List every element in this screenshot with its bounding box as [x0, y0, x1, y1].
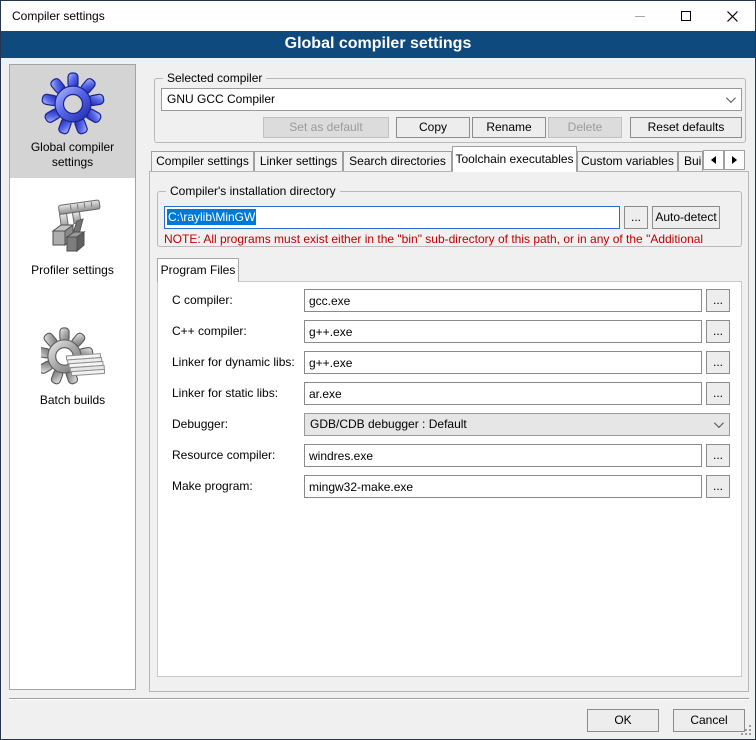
field-label: Resource compiler:: [172, 448, 275, 462]
page-title: Global compiler settings: [1, 31, 755, 58]
tab-build-options-truncated[interactable]: Build: [678, 151, 703, 172]
compiler-select-value: GNU GCC Compiler: [167, 92, 275, 106]
blue-gear-icon: [41, 72, 105, 136]
titlebar: Compiler settings: [1, 1, 755, 31]
compiler-settings-dialog: Compiler settings Global compiler settin…: [0, 0, 756, 740]
field-row-debugger: Debugger: GDB/CDB debugger : Default: [157, 413, 742, 436]
installation-dir-input[interactable]: C:\raylib\MinGW: [164, 206, 620, 229]
delete-button: Delete: [548, 117, 622, 138]
chevron-down-icon: [726, 93, 736, 103]
field-label: C compiler:: [172, 293, 233, 307]
caption-buttons: [617, 1, 755, 31]
static-linker-browse-button[interactable]: ...: [706, 382, 730, 405]
close-icon: [727, 11, 738, 22]
c-compiler-browse-button[interactable]: ...: [706, 289, 730, 312]
field-label: C++ compiler:: [172, 324, 247, 338]
field-row-static-linker: Linker for static libs: ...: [157, 382, 742, 405]
resize-grip[interactable]: [741, 725, 743, 727]
tab-compiler-settings[interactable]: Compiler settings: [151, 151, 254, 172]
close-button[interactable]: [709, 1, 755, 31]
tab-search-directories[interactable]: Search directories: [343, 151, 452, 172]
copy-button[interactable]: Copy: [396, 117, 470, 138]
tab-custom-variables[interactable]: Custom variables: [577, 151, 678, 172]
field-row-dynamic-linker: Linker for dynamic libs: ...: [157, 351, 742, 374]
arrow-right-icon: [732, 156, 737, 164]
resource-compiler-input[interactable]: [304, 444, 702, 467]
compiler-select[interactable]: GNU GCC Compiler: [161, 88, 742, 111]
field-row-make-program: Make program: ...: [157, 475, 742, 498]
debugger-select[interactable]: GDB/CDB debugger : Default: [304, 413, 730, 436]
footer-separator: [9, 698, 749, 700]
tab-toolchain-executables[interactable]: Toolchain executables: [452, 146, 577, 172]
selected-compiler-group-label: Selected compiler: [163, 71, 266, 86]
installation-dir-browse-button[interactable]: ...: [624, 206, 648, 229]
field-label: Linker for static libs:: [172, 386, 278, 400]
sidebar-item-profiler-settings[interactable]: Profiler settings: [10, 188, 135, 286]
field-label: Debugger:: [172, 417, 228, 431]
dynamic-linker-input[interactable]: [304, 351, 702, 374]
field-label: Linker for dynamic libs:: [172, 355, 295, 369]
static-linker-input[interactable]: [304, 382, 702, 405]
sidebar: Global compiler settings: [9, 64, 136, 690]
debugger-select-value: GDB/CDB debugger : Default: [310, 417, 467, 431]
field-label: Make program:: [172, 479, 253, 493]
installation-directory-group-label: Compiler's installation directory: [166, 184, 340, 199]
minimize-icon: [635, 16, 645, 17]
field-row-resource-compiler: Resource compiler: ...: [157, 444, 742, 467]
sidebar-item-global-compiler-settings[interactable]: Global compiler settings: [10, 65, 135, 178]
resource-compiler-browse-button[interactable]: ...: [706, 444, 730, 467]
sidebar-item-label: Profiler settings: [14, 263, 131, 278]
window-title: Compiler settings: [12, 1, 105, 31]
ok-button[interactable]: OK: [587, 709, 659, 732]
maximize-icon: [681, 11, 691, 21]
arrow-left-icon: [711, 156, 716, 164]
gray-gear-stack-icon: [41, 325, 105, 389]
subtab-program-files[interactable]: Program Files: [157, 258, 239, 282]
installation-dir-selected-text: C:\raylib\MinGW: [167, 209, 256, 225]
field-row-c-compiler: C compiler: ...: [157, 289, 742, 312]
tab-scroll-left-button[interactable]: [703, 150, 724, 170]
chevron-down-icon: [714, 418, 724, 428]
auto-detect-button[interactable]: Auto-detect: [652, 206, 720, 229]
tab-scroll-right-button[interactable]: [724, 150, 745, 170]
cancel-button[interactable]: Cancel: [673, 709, 745, 732]
reset-defaults-button[interactable]: Reset defaults: [630, 117, 742, 138]
tab-linker-settings[interactable]: Linker settings: [254, 151, 343, 172]
minimize-button[interactable]: [617, 1, 663, 31]
cpp-compiler-browse-button[interactable]: ...: [706, 320, 730, 343]
make-program-browse-button[interactable]: ...: [706, 475, 730, 498]
sidebar-item-batch-builds[interactable]: Batch builds: [10, 318, 135, 416]
set-as-default-button: Set as default: [263, 117, 389, 138]
rename-button[interactable]: Rename: [472, 117, 546, 138]
maximize-button[interactable]: [663, 1, 709, 31]
c-compiler-input[interactable]: [304, 289, 702, 312]
caliper-icon: [41, 195, 105, 259]
sidebar-item-label: Batch builds: [14, 393, 131, 408]
cpp-compiler-input[interactable]: [304, 320, 702, 343]
installation-dir-note: NOTE: All programs must exist either in …: [164, 232, 724, 247]
make-program-input[interactable]: [304, 475, 702, 498]
dynamic-linker-browse-button[interactable]: ...: [706, 351, 730, 374]
field-row-cpp-compiler: C++ compiler: ...: [157, 320, 742, 343]
sidebar-item-label: Global compiler settings: [14, 140, 131, 170]
